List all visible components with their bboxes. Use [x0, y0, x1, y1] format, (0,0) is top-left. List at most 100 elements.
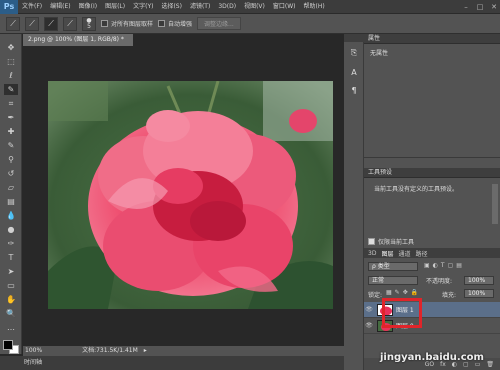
current-tool-only-label: 仅限当前工具: [378, 239, 415, 246]
more-tools-icon[interactable]: …: [4, 322, 18, 333]
lock-image-icon[interactable]: ✎: [395, 289, 400, 296]
new-selection-icon[interactable]: ⟋: [25, 16, 39, 31]
smart-filter-icon[interactable]: ▤: [456, 262, 462, 271]
timeline-panel-tab[interactable]: 时间轴: [0, 356, 344, 370]
type-tool-icon[interactable]: T: [4, 252, 18, 263]
hand-tool-icon[interactable]: ✋: [4, 294, 18, 305]
tab-paths[interactable]: 路径: [415, 249, 427, 258]
layers-panel-tabs: 3D 图层 通道 路径: [364, 248, 500, 258]
timeline-label: 时间轴: [24, 359, 43, 366]
gradient-tool-icon[interactable]: ▤: [4, 196, 18, 207]
highlight-box: [382, 298, 422, 328]
dodge-tool-icon[interactable]: ●: [4, 224, 18, 235]
menu-type[interactable]: 文字(Y): [129, 0, 157, 14]
canvas-area[interactable]: [23, 46, 344, 346]
healing-brush-tool-icon[interactable]: ✚: [4, 126, 18, 137]
foreground-color-swatch[interactable]: [3, 340, 13, 350]
menu-bar: Ps 文件(F) 编辑(E) 图像(I) 图层(L) 文字(Y) 选择(S) 滤…: [0, 0, 500, 14]
lock-all-icon[interactable]: 🔒: [411, 289, 418, 296]
flower-photo[interactable]: [48, 81, 333, 309]
lasso-tool-icon[interactable]: ℓ: [4, 70, 18, 81]
path-selection-tool-icon[interactable]: ➤: [4, 266, 18, 277]
menu-view[interactable]: 视图(V): [240, 0, 269, 14]
tool-presets-panel-header[interactable]: 工具预设: [364, 168, 500, 178]
brush-size-picker[interactable]: ● 5: [82, 16, 96, 31]
options-bar: ⟋ ⟋ ⟋ ⟋ ● 5 对所有图层取样 自动增强 调整边缘...: [0, 14, 500, 34]
eye-visibility-icon[interactable]: 👁: [364, 306, 374, 313]
document-info[interactable]: 文档:731.5K/1.41M: [82, 347, 138, 354]
clone-stamp-tool-icon[interactable]: ⚲: [4, 154, 18, 165]
eye-visibility-icon[interactable]: 👁: [364, 322, 374, 329]
properties-panel-body: [364, 44, 500, 158]
tab-channels[interactable]: 通道: [398, 249, 410, 258]
fill-label: 填充:: [442, 292, 457, 299]
toolbox: ✥ ⬚ ℓ ✎ ⌗ ✒ ✚ ✎ ⚲ ↺ ▱ ▤ 💧 ● ✑ T ➤ ▭ ✋ 🔍 …: [0, 34, 22, 354]
quick-selection-tool-icon[interactable]: ✎: [4, 84, 18, 95]
shape-filter-icon[interactable]: ▢: [448, 262, 454, 271]
character-panel-icon[interactable]: A: [348, 68, 360, 78]
history-panel-icon[interactable]: ⎘: [348, 48, 360, 58]
move-tool-icon[interactable]: ✥: [4, 42, 18, 53]
tool-presets-scrollbar[interactable]: [492, 184, 498, 224]
subtract-selection-icon[interactable]: ⟋: [63, 16, 77, 31]
sample-all-layers-checkbox[interactable]: 对所有图层取样: [101, 19, 153, 28]
fill-input[interactable]: 100%: [464, 289, 494, 298]
document-tab-label: 2.png @ 100% (图层 1, RGB/8) *: [28, 36, 124, 43]
properties-title: 属性: [368, 35, 381, 42]
marquee-tool-icon[interactable]: ⬚: [4, 56, 18, 67]
zoom-tool-icon[interactable]: 🔍: [4, 308, 18, 319]
shape-tool-icon[interactable]: ▭: [4, 280, 18, 291]
eraser-tool-icon[interactable]: ▱: [4, 182, 18, 193]
status-arrow-icon[interactable]: ▸: [144, 347, 147, 354]
watermark: jingyan.baidu.com: [380, 352, 484, 363]
auto-enhance-checkbox[interactable]: 自动增强: [158, 19, 192, 28]
lock-position-icon[interactable]: ✥: [403, 289, 408, 296]
checkbox-checked-icon: [368, 238, 375, 245]
menu-window[interactable]: 窗口(W): [269, 0, 300, 14]
brush-tool-icon[interactable]: ✎: [4, 140, 18, 151]
menu-layer[interactable]: 图层(L): [101, 0, 129, 14]
checkbox-icon: [101, 20, 108, 27]
pen-tool-icon[interactable]: ✑: [4, 238, 18, 249]
tool-presets-message: 当前工具没有定义的工具预设。: [374, 186, 459, 193]
paragraph-panel-icon[interactable]: ¶: [348, 86, 360, 96]
tab-layers[interactable]: 图层: [381, 249, 393, 258]
blur-tool-icon[interactable]: 💧: [4, 210, 18, 221]
maximize-icon[interactable]: □: [474, 2, 486, 12]
add-to-selection-icon[interactable]: ⟋: [44, 16, 58, 31]
close-icon[interactable]: ✕: [488, 2, 500, 12]
menu-help[interactable]: 帮助(H): [300, 0, 329, 14]
refine-edge-button[interactable]: 调整边缘...: [197, 17, 241, 30]
lock-transparent-icon[interactable]: ▦: [386, 289, 392, 296]
minimize-icon[interactable]: –: [460, 2, 472, 12]
opacity-input[interactable]: 100%: [464, 276, 494, 285]
menu-3d[interactable]: 3D(D): [214, 0, 240, 14]
layer-kind-filter[interactable]: ρ 类型: [368, 262, 418, 271]
blend-mode-select[interactable]: 正常: [368, 276, 418, 285]
properties-panel-header[interactable]: 属性: [364, 34, 500, 44]
eyedropper-tool-icon[interactable]: ✒: [4, 112, 18, 123]
menu-file[interactable]: 文件(F): [18, 0, 46, 14]
crop-tool-icon[interactable]: ⌗: [4, 98, 18, 109]
adjustment-filter-icon[interactable]: ◐: [433, 262, 438, 271]
color-swatches[interactable]: [3, 340, 19, 354]
history-brush-tool-icon[interactable]: ↺: [4, 168, 18, 179]
sample-all-layers-label: 对所有图层取样: [111, 21, 154, 28]
zoom-level[interactable]: 100%: [25, 347, 42, 354]
tool-presets-title: 工具预设: [368, 169, 393, 176]
menu-image[interactable]: 图像(I): [75, 0, 101, 14]
document-tab[interactable]: 2.png @ 100% (图层 1, RGB/8) * ×: [23, 34, 133, 55]
tab-3d[interactable]: 3D: [368, 250, 376, 257]
layer-filter-icons: ▣ ◐ T ▢ ▤: [424, 262, 494, 271]
brush-preset-icon[interactable]: ⟋: [6, 16, 20, 31]
strip-header: [344, 34, 364, 42]
menu-edit[interactable]: 编辑(E): [46, 0, 74, 14]
checkbox-icon: [158, 20, 166, 27]
pixel-filter-icon[interactable]: ▣: [424, 262, 430, 271]
menu-filter[interactable]: 滤镜(T): [186, 0, 214, 14]
menu-select[interactable]: 选择(S): [157, 0, 186, 14]
type-filter-icon[interactable]: T: [441, 262, 445, 271]
current-tool-only-checkbox[interactable]: 仅限当前工具: [368, 237, 414, 246]
auto-enhance-label: 自动增强: [168, 21, 193, 28]
trash-icon[interactable]: 🗑: [486, 361, 494, 368]
